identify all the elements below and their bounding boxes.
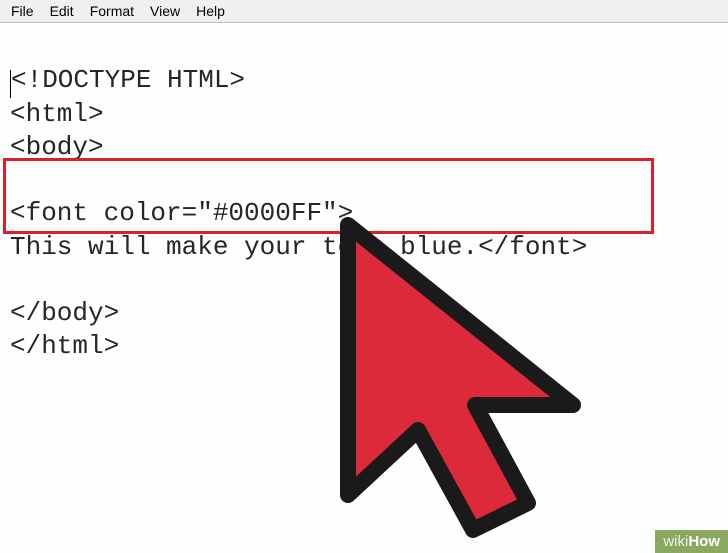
code-line: <body> bbox=[10, 132, 104, 162]
code-line: <html> bbox=[10, 99, 104, 129]
menu-file[interactable]: File bbox=[4, 2, 41, 20]
code-line: </html> bbox=[10, 331, 119, 361]
code-line: </body> bbox=[10, 298, 119, 328]
watermark-prefix: wiki bbox=[663, 533, 688, 550]
text-caret bbox=[10, 70, 11, 99]
code-line: This will make your text blue.</font> bbox=[10, 232, 587, 262]
code-line: <!DOCTYPE HTML> bbox=[11, 65, 245, 95]
watermark-suffix: How bbox=[688, 533, 720, 550]
watermark: wikiHow bbox=[655, 530, 728, 553]
menubar: File Edit Format View Help bbox=[0, 0, 728, 23]
menu-help[interactable]: Help bbox=[189, 2, 232, 20]
menu-view[interactable]: View bbox=[143, 2, 187, 20]
menu-format[interactable]: Format bbox=[83, 2, 141, 20]
menu-edit[interactable]: Edit bbox=[43, 2, 81, 20]
code-line: <font color="#0000FF"> bbox=[10, 198, 353, 228]
text-editor-area[interactable]: <!DOCTYPE HTML> <html> <body> <font colo… bbox=[0, 23, 728, 372]
